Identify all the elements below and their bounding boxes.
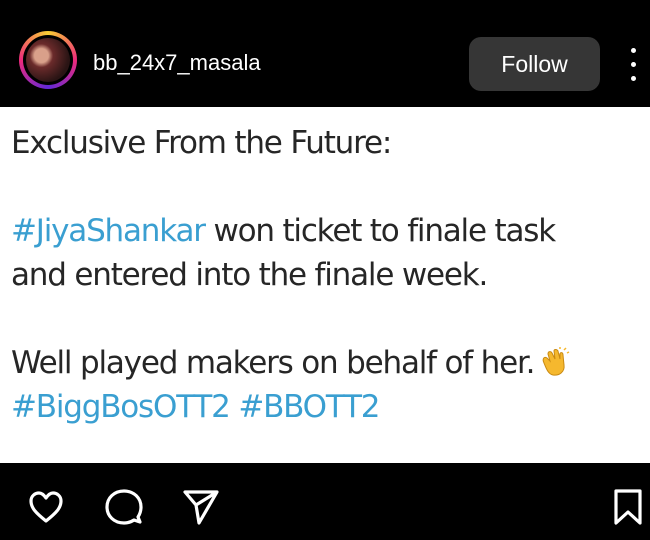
hashtag-link[interactable]: #BiggBosOTT2 [11, 389, 231, 425]
caption-line: Well played makers on behalf of her. [11, 341, 641, 385]
comment-icon[interactable] [104, 487, 144, 527]
bookmark-icon[interactable] [608, 487, 648, 527]
hashtag-link[interactable]: #BBOTT2 [238, 389, 380, 425]
post-content: Exclusive From the Future: #JiyaShankar … [0, 107, 650, 463]
avatar-frame [23, 35, 73, 85]
clapping-hands-icon [543, 347, 570, 376]
hashtag-link[interactable]: #JiyaShankar [11, 213, 206, 249]
caption-text: Well played makers on behalf of her. [11, 345, 536, 381]
post-caption: Exclusive From the Future: #JiyaShankar … [11, 121, 641, 429]
follow-button[interactable]: Follow [469, 37, 600, 91]
avatar[interactable] [19, 31, 77, 89]
share-icon[interactable] [181, 487, 221, 527]
username-link[interactable]: bb_24x7_masala [93, 50, 261, 76]
caption-line: and entered into the finale week. [11, 257, 488, 293]
heart-icon[interactable] [26, 487, 66, 527]
caption-line: Exclusive From the Future: [11, 125, 392, 161]
more-options-icon[interactable] [622, 44, 646, 88]
post-header: bb_24x7_masala Follow [0, 0, 650, 107]
avatar-image [26, 38, 70, 82]
caption-line: #JiyaShankar won ticket to finale task [11, 209, 641, 253]
post-actions-bar [0, 463, 650, 540]
caption-text: won ticket to finale task [204, 213, 556, 249]
caption-line: #BiggBosOTT2 #BBOTT2 [11, 385, 641, 429]
